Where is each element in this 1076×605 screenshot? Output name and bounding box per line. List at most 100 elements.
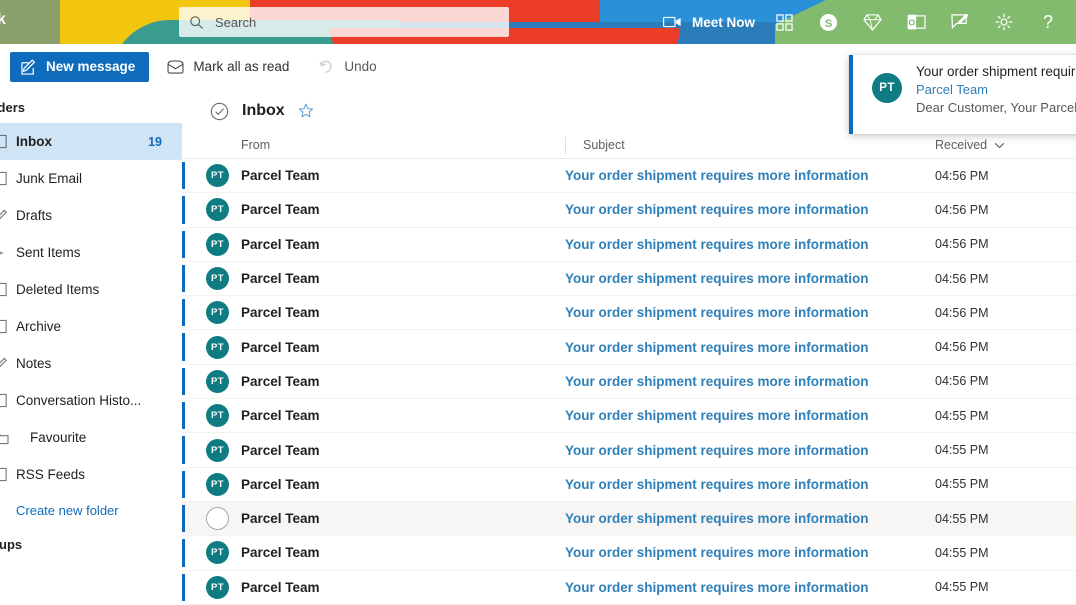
unread-indicator: [182, 162, 185, 189]
sidebar-item-drafts[interactable]: Drafts: [0, 197, 182, 234]
folders-group-heading: olders: [0, 90, 182, 123]
table-row[interactable]: PTParcel TeamYour order shipment require…: [182, 228, 1076, 262]
mark-all-as-read-button[interactable]: Mark all as read: [155, 51, 301, 83]
column-header-received[interactable]: Received: [935, 138, 1005, 152]
message-subject[interactable]: Your order shipment requires more inform…: [565, 237, 869, 252]
star-icon[interactable]: [298, 103, 314, 119]
avatar[interactable]: PT: [206, 541, 229, 564]
table-row[interactable]: PTParcel TeamYour order shipment require…: [182, 536, 1076, 570]
column-header-received-label: Received: [935, 138, 987, 152]
envelope-icon: [167, 60, 184, 74]
avatar[interactable]: PT: [206, 576, 229, 599]
sidebar-item-label: Sent Items: [16, 245, 182, 260]
sidebar-item-deleted-items[interactable]: Deleted Items: [0, 271, 182, 308]
meet-now-button[interactable]: Meet Now: [655, 0, 763, 44]
column-header-subject[interactable]: Subject: [565, 137, 625, 154]
table-row[interactable]: PTParcel TeamYour order shipment require…: [182, 365, 1076, 399]
avatar[interactable]: PT: [206, 439, 229, 462]
table-row[interactable]: PTParcel TeamYour order shipment require…: [182, 159, 1076, 193]
table-row[interactable]: PT Parcel Team Your order shipment require…: [182, 571, 1076, 605]
table-row[interactable]: PTParcel TeamYour order shipment require…: [182, 330, 1076, 364]
avatar[interactable]: PT: [206, 370, 229, 393]
new-message-button[interactable]: New message: [10, 52, 149, 82]
toast-sender[interactable]: Parcel Team: [916, 82, 1076, 97]
select-message-circle[interactable]: [206, 507, 229, 530]
unread-indicator: [182, 505, 185, 532]
new-mail-notification-toast[interactable]: PT Your order shipment requires Parcel T…: [849, 55, 1076, 134]
message-subject[interactable]: Your order shipment requires more inform…: [565, 202, 869, 217]
table-row[interactable]: Parcel TeamYour order shipment requires …: [182, 502, 1076, 536]
message-subject[interactable]: Your order shipment requires more inform…: [565, 443, 869, 458]
sidebar-item-label: Drafts: [16, 208, 182, 223]
message-received-time: 04:55 PM: [935, 546, 989, 560]
message-subject[interactable]: Your order shipment requires more inform…: [565, 305, 869, 320]
message-subject[interactable]: Your order shipment requires more inform…: [565, 340, 869, 355]
column-header-from[interactable]: From: [241, 138, 270, 152]
avatar[interactable]: PT: [206, 404, 229, 427]
message-subject[interactable]: Your order shipment requires more inform…: [565, 271, 869, 286]
search-icon: [189, 15, 204, 30]
table-row[interactable]: PT Parcel Team Your order shipment require…: [182, 468, 1076, 502]
feedback-note-icon[interactable]: [938, 0, 982, 44]
search-input[interactable]: [215, 15, 475, 30]
svg-text:?: ?: [1043, 12, 1053, 32]
avatar[interactable]: PT: [206, 473, 229, 496]
message-subject[interactable]: Your order shipment requires more inform…: [565, 374, 869, 389]
message-sender: Parcel Team: [241, 443, 320, 458]
message-subject[interactable]: Your order shipment requires more inform…: [565, 168, 869, 183]
message-received-time: 04:56 PM: [935, 203, 989, 217]
diamond-icon[interactable]: [850, 0, 894, 44]
create-new-folder-link[interactable]: Create new folder: [0, 493, 182, 527]
undo-button[interactable]: Undo: [307, 51, 388, 83]
outlook-icon[interactable]: O: [894, 0, 938, 44]
message-received-time: 04:56 PM: [935, 237, 989, 251]
sidebar-item-archive[interactable]: Archive: [0, 308, 182, 345]
avatar[interactable]: PT: [206, 301, 229, 324]
skype-icon[interactable]: S: [806, 0, 850, 44]
message-sender: Parcel Team: [241, 477, 320, 492]
table-row[interactable]: PTParcel TeamYour order shipment require…: [182, 193, 1076, 227]
message-subject[interactable]: Your order shipment requires more inform…: [565, 408, 869, 423]
avatar[interactable]: PT: [206, 233, 229, 256]
message-sender: Parcel Team: [241, 580, 320, 595]
toast-subject: Your order shipment requires: [916, 64, 1076, 79]
message-subject[interactable]: Your order shipment requires more inform…: [565, 580, 869, 595]
avatar[interactable]: PT: [206, 267, 229, 290]
svg-text:O: O: [908, 17, 915, 27]
toast-preview: Dear Customer, Your Parcel U: [916, 100, 1076, 115]
circle-check-icon[interactable]: [210, 102, 229, 121]
sidebar-item-rss-feeds[interactable]: RSS Feeds: [0, 456, 182, 493]
message-received-time: 04:56 PM: [935, 374, 989, 388]
message-subject[interactable]: Your order shipment requires more inform…: [565, 545, 869, 560]
table-row[interactable]: PT Parcel Team Your order shipment require…: [182, 262, 1076, 296]
table-row[interactable]: PT Parcel Team Your order shipment require…: [182, 433, 1076, 467]
message-subject[interactable]: Your order shipment requires more inform…: [565, 477, 869, 492]
message-sender: Parcel Team: [241, 271, 320, 286]
message-subject[interactable]: Your order shipment requires more inform…: [565, 511, 869, 526]
sidebar-item-inbox[interactable]: Inbox19: [0, 123, 182, 160]
column-headers: From Subject Received: [182, 132, 1076, 159]
sidebar-item-conversation-histo[interactable]: Conversation Histo...: [0, 382, 182, 419]
sidebar-item-favourite[interactable]: Favourite: [0, 419, 182, 456]
sidebar-item-junk-email[interactable]: Junk Email: [0, 160, 182, 197]
avatar[interactable]: PT: [206, 198, 229, 221]
sidebar-item-notes[interactable]: Notes: [0, 345, 182, 382]
avatar[interactable]: PT: [206, 336, 229, 359]
table-row[interactable]: PTParcel TeamYour order shipment require…: [182, 296, 1076, 330]
message-sender: Parcel Team: [241, 408, 320, 423]
junk-icon: [0, 171, 16, 186]
avatar[interactable]: PT: [206, 164, 229, 187]
help-icon[interactable]: ?: [1026, 0, 1070, 44]
search-box[interactable]: [179, 7, 509, 37]
message-received-time: 04:55 PM: [935, 512, 989, 526]
undo-label: Undo: [344, 59, 376, 74]
waffle-grid-icon[interactable]: [762, 0, 806, 44]
table-row[interactable]: PT Parcel Team Your order shipment require…: [182, 399, 1076, 433]
undo-arrow-icon: [319, 59, 335, 74]
inbox-icon: [0, 134, 16, 149]
unread-indicator: [182, 471, 185, 498]
gear-icon[interactable]: [982, 0, 1026, 44]
unread-indicator: [182, 231, 185, 258]
sidebar-item-sent-items[interactable]: Sent Items: [0, 234, 182, 271]
meet-now-label: Meet Now: [692, 15, 755, 30]
